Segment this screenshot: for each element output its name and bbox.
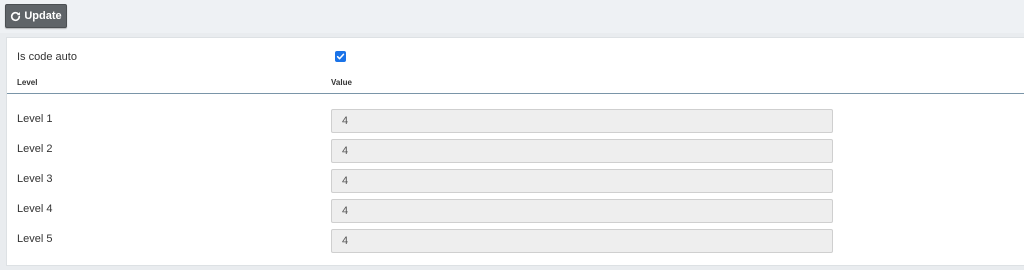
level-value-input[interactable] xyxy=(331,109,833,133)
level-label: Level 2 xyxy=(17,143,53,155)
update-button-label: Update xyxy=(24,10,62,22)
is-code-auto-checkbox[interactable] xyxy=(335,51,346,62)
level-label: Level 3 xyxy=(17,173,53,185)
level-row: Level 5 xyxy=(7,229,1024,259)
level-settings-panel: Is code auto Level Value Level 1 Level 2… xyxy=(6,37,1024,266)
level-row: Level 4 xyxy=(7,199,1024,229)
level-label: Level 4 xyxy=(17,203,53,215)
level-label: Level 1 xyxy=(17,113,53,125)
toolbar: Update xyxy=(0,0,1024,33)
level-label: Level 5 xyxy=(17,233,53,245)
update-button[interactable]: Update xyxy=(5,4,67,28)
level-row: Level 3 xyxy=(7,169,1024,199)
refresh-icon xyxy=(10,11,21,22)
column-header-value: Value xyxy=(331,78,352,87)
level-value-input[interactable] xyxy=(331,169,833,193)
column-header-level: Level xyxy=(17,78,38,87)
header-divider xyxy=(7,93,1024,94)
level-value-input[interactable] xyxy=(331,229,833,253)
level-row: Level 1 xyxy=(7,109,1024,139)
level-row: Level 2 xyxy=(7,139,1024,169)
is-code-auto-label: Is code auto xyxy=(17,51,77,63)
level-value-input[interactable] xyxy=(331,139,833,163)
check-icon xyxy=(336,53,345,60)
level-value-input[interactable] xyxy=(331,199,833,223)
